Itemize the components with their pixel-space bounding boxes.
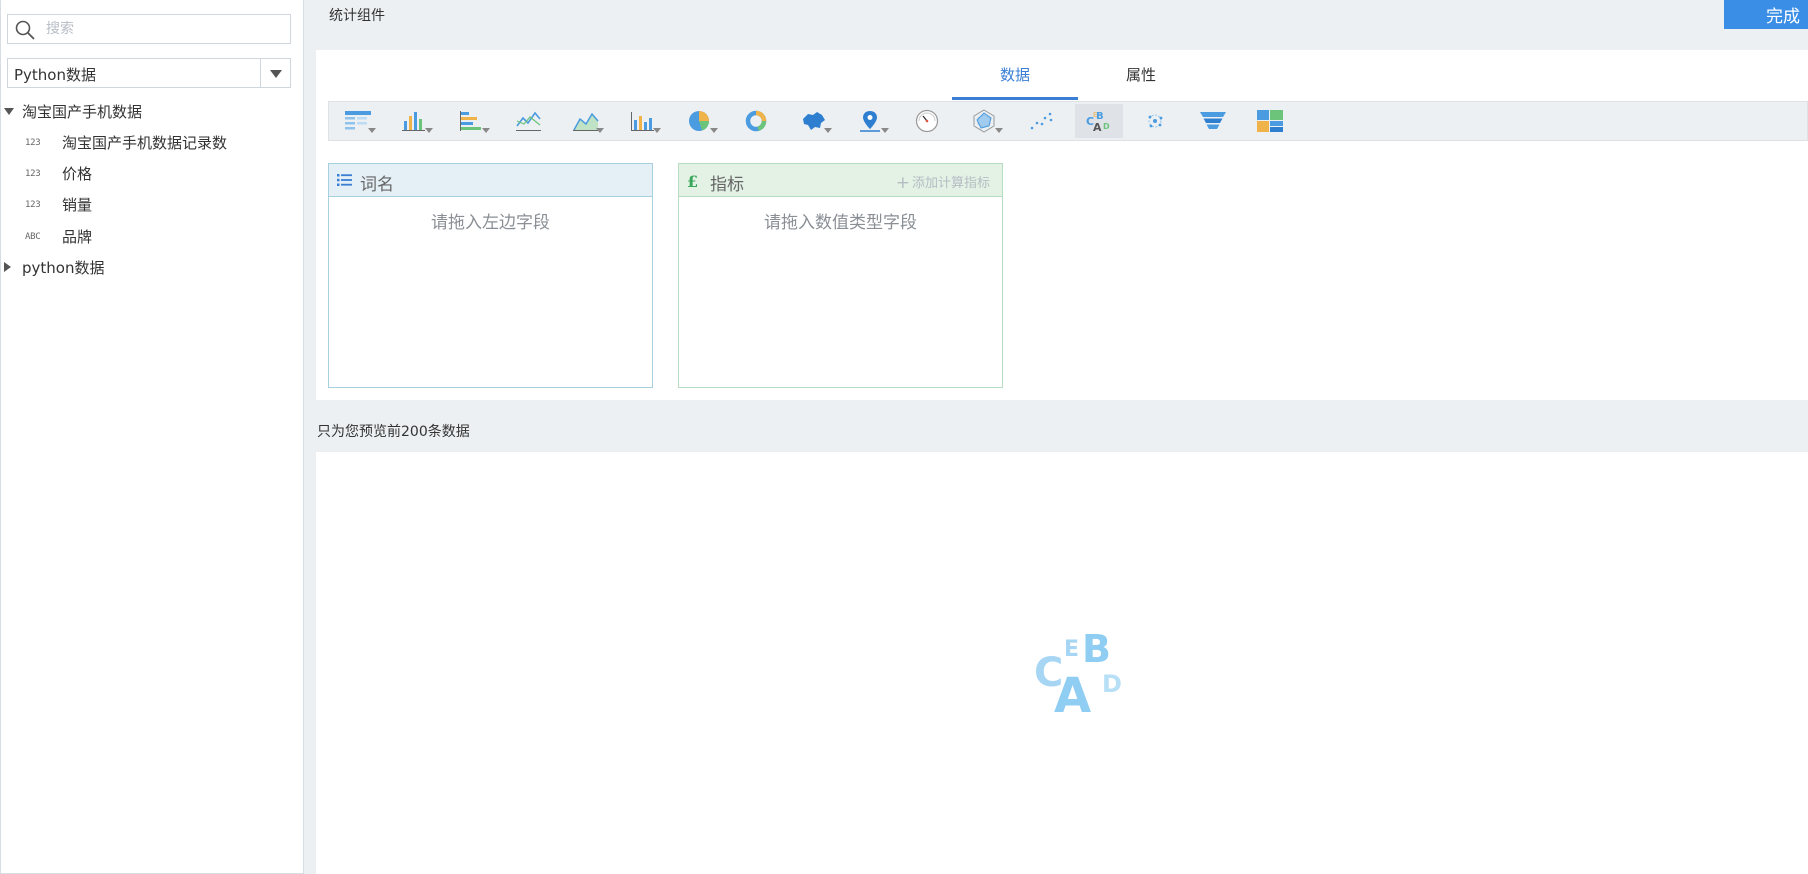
tab-data[interactable]: 数据 xyxy=(952,50,1078,100)
add-calc-metric-button[interactable]: + 添加计算指标 xyxy=(896,172,990,193)
chart-type-treemap[interactable] xyxy=(1246,104,1294,138)
line-chart-icon xyxy=(516,111,541,131)
field-item[interactable]: ABC 品牌 xyxy=(1,224,301,250)
chart-type-horizontal-bar[interactable] xyxy=(448,104,496,138)
chart-type-bar[interactable] xyxy=(391,104,439,138)
chart-type-gauge[interactable] xyxy=(904,104,952,138)
main-area: 统计组件 完成 数据 属性 C B A D E 词名 请拖入左边字段 £ 指标 … xyxy=(304,0,1808,874)
gauge-chart-icon xyxy=(915,109,939,133)
search-icon xyxy=(14,19,36,41)
collapse-triangle-icon[interactable] xyxy=(4,262,11,272)
data-source-select[interactable]: Python数据 xyxy=(7,58,291,88)
svg-text:£: £ xyxy=(687,173,698,189)
placeholder-letter: E xyxy=(1064,637,1079,662)
chart-type-pie[interactable] xyxy=(676,104,724,138)
dimension-drop-hint: 请拖入左边字段 xyxy=(431,213,550,233)
svg-text:E: E xyxy=(1093,111,1097,119)
placeholder-letter: B xyxy=(1082,627,1111,671)
chart-type-combo[interactable] xyxy=(619,104,667,138)
field-label: 品牌 xyxy=(62,228,93,246)
preview-panel: C E B A D xyxy=(316,452,1808,874)
chart-type-radar[interactable] xyxy=(961,104,1009,138)
field-label: 淘宝国产手机数据记录数 xyxy=(62,134,228,152)
chart-type-point-map[interactable] xyxy=(847,104,895,138)
force-graph-icon xyxy=(1148,114,1163,128)
preview-note: 只为您预览前200条数据 xyxy=(317,424,470,440)
chart-type-toolbar: C B A D E xyxy=(328,101,1808,141)
dimension-drop-zone[interactable]: 词名 请拖入左边字段 xyxy=(328,163,653,388)
metric-header: £ 指标 + 添加计算指标 xyxy=(679,164,1002,197)
text-type-icon: ABC xyxy=(25,232,41,242)
list-icon xyxy=(337,173,353,191)
chart-type-force-graph[interactable] xyxy=(1132,104,1180,138)
done-button[interactable]: 完成 xyxy=(1724,0,1808,29)
chart-type-scatter[interactable] xyxy=(1018,104,1066,138)
chart-type-table[interactable] xyxy=(334,104,382,138)
tree-node-label: 淘宝国产手机数据 xyxy=(22,103,143,121)
chart-type-area[interactable] xyxy=(562,104,610,138)
placeholder-letter: D xyxy=(1102,670,1122,698)
placeholder-letter: A xyxy=(1054,668,1091,716)
chart-type-funnel[interactable] xyxy=(1189,104,1237,138)
chart-type-donut[interactable] xyxy=(733,104,781,138)
plus-icon: + xyxy=(895,173,910,193)
tree-node-table[interactable]: 淘宝国产手机数据 xyxy=(1,99,301,125)
donut-chart-icon xyxy=(745,110,767,132)
tab-properties[interactable]: 属性 xyxy=(1078,50,1204,100)
word-cloud-icon: C B A D E xyxy=(1086,111,1110,133)
field-label: 价格 xyxy=(62,165,93,183)
search-input[interactable] xyxy=(46,18,284,40)
number-type-icon: 123 xyxy=(25,138,41,148)
field-sidebar: Python数据 淘宝国产手机数据 123 淘宝国产手机数据记录数 123 价格… xyxy=(0,0,304,874)
chart-type-line[interactable] xyxy=(505,104,553,138)
word-cloud-placeholder-icon: C E B A D xyxy=(1034,627,1122,716)
svg-text:A: A xyxy=(1093,121,1102,133)
chart-type-region-map[interactable] xyxy=(790,104,838,138)
number-type-icon: 123 xyxy=(25,169,41,179)
metric-drop-hint: 请拖入数值类型字段 xyxy=(764,213,917,233)
metric-icon: £ xyxy=(687,172,701,193)
page-title: 统计组件 xyxy=(329,8,385,24)
config-panel: 数据 属性 C B A D E 词名 请拖入左边字段 £ 指标 + 添加计算指标… xyxy=(316,50,1808,400)
treemap-chart-icon xyxy=(1257,110,1283,132)
chart-type-word-cloud[interactable]: C B A D E xyxy=(1075,104,1123,138)
expand-triangle-icon[interactable] xyxy=(4,108,14,115)
field-item[interactable]: 123 销量 xyxy=(1,192,301,218)
dimension-header: 词名 xyxy=(329,164,652,197)
metric-drop-zone[interactable]: £ 指标 + 添加计算指标 请拖入数值类型字段 xyxy=(678,163,1003,388)
svg-text:D: D xyxy=(1103,122,1110,131)
number-type-icon: 123 xyxy=(25,200,41,210)
tree-node-table[interactable]: python数据 xyxy=(1,255,301,281)
field-label: 销量 xyxy=(62,196,93,214)
metric-label: 指标 xyxy=(710,175,744,195)
tree-node-label: python数据 xyxy=(22,259,105,277)
funnel-chart-icon xyxy=(1200,112,1226,129)
data-source-value: Python数据 xyxy=(14,66,96,84)
search-box[interactable] xyxy=(7,14,291,44)
scatter-chart-icon xyxy=(1030,112,1053,130)
field-item[interactable]: 123 价格 xyxy=(1,161,301,187)
dimension-label: 词名 xyxy=(360,175,394,195)
chevron-down-icon[interactable] xyxy=(260,59,290,87)
field-item[interactable]: 123 淘宝国产手机数据记录数 xyxy=(1,130,301,156)
